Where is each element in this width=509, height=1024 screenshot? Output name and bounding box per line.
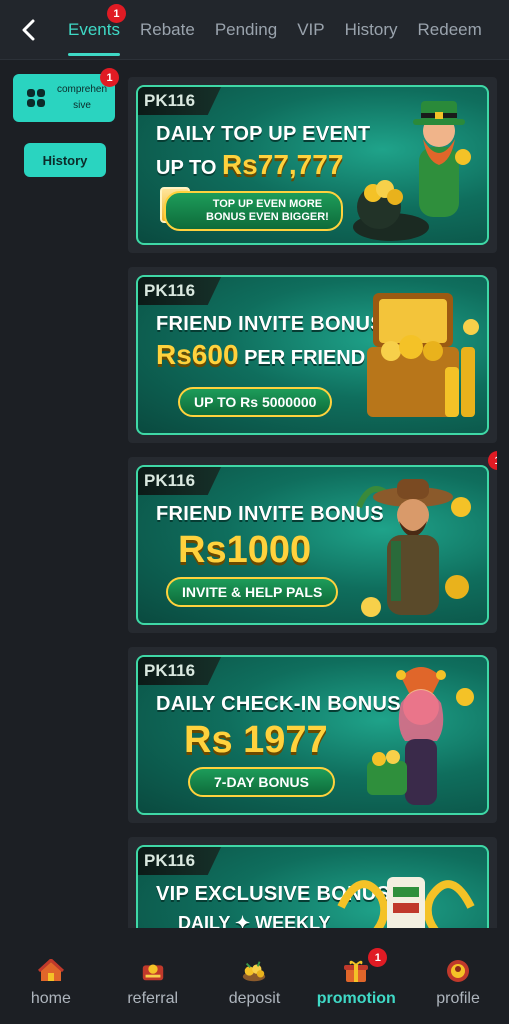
treasure-chest-illustration: [367, 293, 479, 417]
back-button[interactable]: [14, 14, 42, 46]
sidebar-item-label: comprehensive: [56, 84, 108, 111]
sidebar-history-button[interactable]: History: [24, 143, 106, 177]
brand-logo: PK116: [138, 467, 222, 495]
banner-amount: Rs 1977: [184, 719, 328, 761]
nav-promotion[interactable]: promotion 1: [311, 948, 401, 1008]
promotions-screen: Events 1 Rebate Pending VIP History Rede…: [0, 0, 509, 1024]
event-banner-list[interactable]: PK116 DAILY TOP UP EVENT UP TO Rs77,777 …: [128, 61, 497, 928]
profile-icon: [445, 958, 471, 984]
banner-pill: UP TO Rs 5000000: [178, 387, 333, 417]
promotion-icon: [343, 958, 369, 984]
nav-label: home: [30, 990, 71, 1007]
referral-icon: [140, 958, 166, 984]
top-bar: Events 1 Rebate Pending VIP History Rede…: [0, 0, 509, 60]
banner-headline: FRIEND INVITE BONUS: [156, 503, 384, 525]
nav-deposit[interactable]: deposit: [209, 958, 299, 1008]
grid-icon: [27, 89, 45, 107]
event-banner-daily-check-in[interactable]: PK116 DAILY CHECK-IN BONUS Rs 1977 7-DAY…: [136, 655, 489, 815]
jester-girl-illustration: [367, 667, 474, 805]
deposit-icon: [241, 958, 267, 984]
event-banner-daily-top-up[interactable]: PK116 DAILY TOP UP EVENT UP TO Rs77,777 …: [136, 85, 489, 245]
tab-redeem[interactable]: Redeem: [408, 0, 492, 60]
brand-logo: PK116: [138, 277, 222, 305]
banner-amount: UP TO Rs77,777: [156, 149, 344, 180]
nav-label: profile: [436, 990, 480, 1007]
banner-subtitle: DAILY ✦ WEEKLY: [178, 913, 331, 928]
tab-rebate[interactable]: Rebate: [130, 0, 205, 60]
tab-label: Rebate: [139, 20, 195, 39]
event-banner-friend-invite-1000[interactable]: PK116 FRIEND INVITE BONUS Rs1000 INVITE …: [136, 465, 489, 625]
nav-referral[interactable]: referral: [108, 958, 198, 1008]
tab-label: VIP: [297, 20, 325, 39]
tab-history[interactable]: History: [335, 0, 408, 60]
notification-badge: 1: [106, 4, 126, 23]
brand-logo: PK116: [138, 657, 222, 685]
nav-label: deposit: [228, 990, 281, 1007]
golden-dragon-illustration: [337, 877, 475, 928]
nav-profile[interactable]: profile: [413, 958, 503, 1008]
explorer-illustration: [356, 479, 471, 617]
brand-logo: PK116: [138, 847, 222, 875]
tab-pending[interactable]: Pending: [205, 0, 287, 60]
banner-amount: Rs600 PER FRIEND: [156, 339, 366, 370]
home-icon: [37, 958, 64, 984]
tab-events[interactable]: Events 1: [58, 0, 130, 60]
tab-vip[interactable]: VIP: [287, 0, 334, 60]
sidebar: comprehensive 1 History: [0, 61, 128, 941]
banner-headline: FRIEND INVITE BONUS: [156, 313, 384, 335]
sidebar-item-comprehensive[interactable]: comprehensive 1: [13, 68, 119, 122]
event-banner-vip-exclusive[interactable]: PK116 VIP EXCLUSIVE BONUS DAILY ✦ WEEKLY: [136, 845, 489, 928]
banner-pill: INVITE & HELP PALS: [166, 577, 339, 607]
tab-label: Redeem: [417, 20, 482, 39]
bottom-navigation: home referral deposit promotion 1 profil…: [0, 940, 509, 1024]
event-card: PK116 VIP EXCLUSIVE BONUS DAILY ✦ WEEKLY: [128, 837, 497, 928]
event-card: PK116 DAILY CHECK-IN BONUS Rs 1977 7-DAY…: [128, 647, 497, 823]
banner-pill: TOP UP EVEN MORE BONUS EVEN BIGGER!: [164, 191, 343, 231]
event-banner-friend-invite-600[interactable]: PK116 FRIEND INVITE BONUS Rs600 PER FRIE…: [136, 275, 489, 435]
tab-label: Pending: [214, 20, 278, 39]
tab-bar: Events 1 Rebate Pending VIP History Rede…: [58, 0, 509, 60]
notification-badge: 1: [100, 68, 119, 87]
chevron-left-icon: [22, 19, 35, 41]
event-card: PK116 FRIEND INVITE BONUS Rs600 PER FRIE…: [128, 267, 497, 443]
tab-label: History: [344, 20, 398, 39]
nav-label: referral: [127, 990, 179, 1007]
event-card: PK116 DAILY TOP UP EVENT UP TO Rs77,777 …: [128, 77, 497, 253]
banner-pill: 7-DAY BONUS: [188, 767, 335, 797]
event-card: PK116 FRIEND INVITE BONUS Rs1000 INVITE …: [128, 451, 497, 633]
nav-home[interactable]: home: [6, 958, 96, 1008]
brand-logo: PK116: [138, 87, 222, 115]
leprechaun-illustration: [353, 101, 471, 241]
banner-headline: DAILY TOP UP EVENT: [156, 123, 371, 145]
notification-badge: 1: [368, 948, 388, 967]
tab-label: Events: [68, 20, 120, 39]
banner-amount: Rs1000: [178, 529, 312, 571]
nav-label: promotion: [316, 990, 396, 1007]
notification-badge: 1: [488, 451, 497, 470]
